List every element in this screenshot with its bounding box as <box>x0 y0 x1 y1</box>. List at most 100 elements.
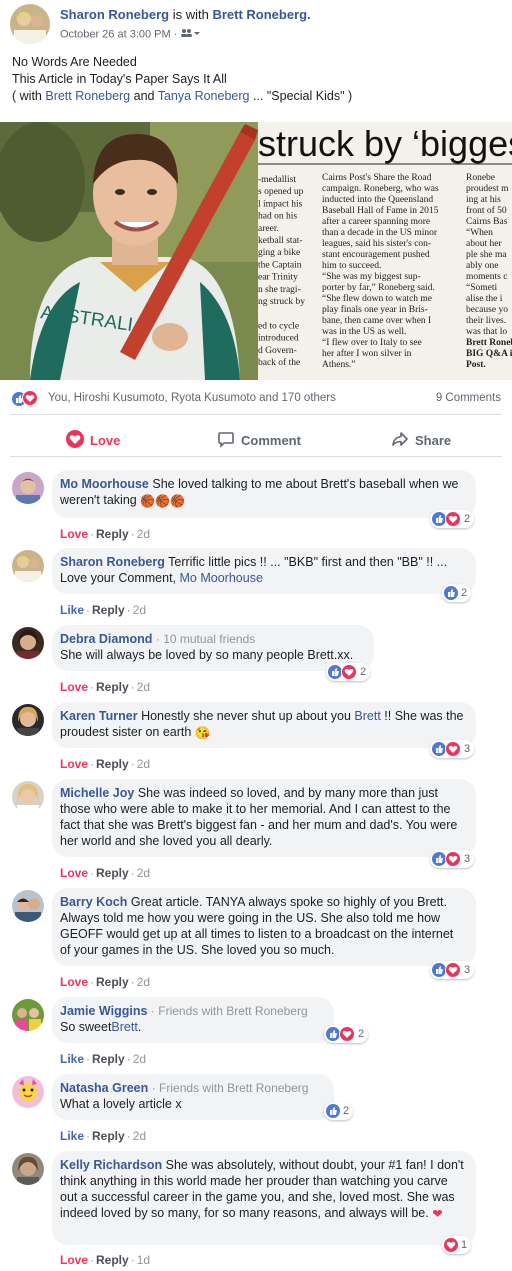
reply-link[interactable]: Reply <box>96 1253 129 1267</box>
comment-reactions[interactable]: 2 <box>324 1025 369 1043</box>
comment-reactions[interactable]: 3 <box>430 961 475 979</box>
comment-actions: Love · Reply · 2d <box>60 757 151 771</box>
like-reaction-icon <box>432 963 446 977</box>
comment-time[interactable]: 2d <box>133 1052 146 1066</box>
mention-link[interactable]: Mo Moorhouse <box>180 571 263 585</box>
comment-like-link[interactable]: Like <box>60 1129 84 1143</box>
article-line: ear Trinity <box>258 273 298 283</box>
comment-time[interactable]: 2d <box>133 1129 146 1143</box>
comments-count[interactable]: 9 Comments <box>436 392 501 404</box>
comment-bubble: Barry Koch Great article. TANYA always s… <box>52 888 476 966</box>
comment-reactions[interactable]: 1 <box>442 1236 472 1254</box>
comment-author[interactable]: Sharon Roneberg <box>60 555 165 569</box>
comment-author[interactable]: Karen Turner <box>60 709 138 723</box>
comment-author[interactable]: Kelly Richardson <box>60 1158 162 1172</box>
comment-bubble: Kelly Richardson She was absolutely, wit… <box>52 1151 476 1245</box>
love-reaction-icon <box>445 851 461 867</box>
comment-actions: Love · Reply · 1d <box>60 1253 151 1267</box>
comment-bubble: Michelle Joy She was indeed so loved, an… <box>52 779 476 857</box>
mention-link[interactable]: Brett <box>111 1020 137 1034</box>
avatar[interactable] <box>12 704 44 736</box>
article-line: had on his <box>258 212 297 222</box>
divider <box>10 456 502 457</box>
like-reaction-icon <box>432 742 446 756</box>
comment-time[interactable]: 2d <box>137 757 150 771</box>
avatar[interactable] <box>12 781 44 813</box>
mutual-friends[interactable]: · Friends with Brett Roneberg <box>151 1004 308 1018</box>
post-author-name[interactable]: Sharon Roneberg <box>60 7 169 22</box>
comment-author[interactable]: Mo Moorhouse <box>60 477 149 491</box>
reaction-names[interactable]: You, Hiroshi Kusumoto, Ryota Kusumoto an… <box>48 392 336 404</box>
comment-time[interactable]: 2d <box>137 866 150 880</box>
comment-reactions[interactable]: 3 <box>430 850 475 868</box>
article-line: play finals one year in Bris- <box>322 304 428 315</box>
reply-link[interactable]: Reply <box>96 757 129 771</box>
article-line: proudest m <box>466 184 509 194</box>
comment-love-link[interactable]: Love <box>60 866 88 880</box>
avatar[interactable] <box>12 999 44 1031</box>
comment-time[interactable]: 1d <box>137 1253 150 1267</box>
avatar[interactable] <box>12 1076 44 1108</box>
reply-link[interactable]: Reply <box>96 975 129 989</box>
share-button[interactable]: Share <box>391 430 451 451</box>
reply-link[interactable]: Reply <box>96 866 129 880</box>
article-line: the Captain <box>258 260 302 270</box>
comment-time[interactable]: 2d <box>137 975 150 989</box>
reply-link[interactable]: Reply <box>92 603 125 617</box>
article-line: back of the <box>258 357 300 368</box>
post-date[interactable]: October 26 at 3:00 PM · <box>60 28 177 40</box>
reply-link[interactable]: Reply <box>92 1052 125 1066</box>
reply-link[interactable]: Reply <box>96 527 129 541</box>
comment-author[interactable]: Michelle Joy <box>60 786 134 800</box>
love-button[interactable]: Love <box>66 430 120 451</box>
article-line: Brett Ronebe <box>466 338 512 348</box>
reply-link[interactable]: Reply <box>92 1129 125 1143</box>
mutual-friends[interactable]: · 10 mutual friends <box>156 632 255 646</box>
mention-link[interactable]: Brett <box>354 709 380 723</box>
tag-brett[interactable]: Brett Roneberg <box>45 89 130 103</box>
comment-button[interactable]: Comment <box>217 430 301 451</box>
comment-time[interactable]: 2d <box>137 527 150 541</box>
avatar[interactable] <box>12 472 44 504</box>
comment-love-link[interactable]: Love <box>60 527 88 541</box>
reactions-summary[interactable]: You, Hiroshi Kusumoto, Ryota Kusumoto an… <box>0 388 512 408</box>
post-photo[interactable]: AUSTRALIA struck by ‘biggest -medallist s… <box>0 122 512 380</box>
comment-love-link[interactable]: Love <box>60 680 88 694</box>
comment-love-link[interactable]: Love <box>60 1253 88 1267</box>
comment-actions: Like · Reply · 2d <box>60 603 147 617</box>
comment-reactions[interactable]: 3 <box>430 740 475 758</box>
like-reaction-icon <box>326 1027 340 1041</box>
reaction-count: 2 <box>343 1105 350 1117</box>
avatar[interactable] <box>12 890 44 922</box>
comment-text: What a lovely article x <box>60 1097 182 1111</box>
reaction-count: 3 <box>464 964 471 976</box>
comment-bubble: Sharon Roneberg Terrific little pics !! … <box>52 548 476 594</box>
comment-time[interactable]: 2d <box>133 603 146 617</box>
comment-author[interactable]: Barry Koch <box>60 895 127 909</box>
comment-like-link[interactable]: Like <box>60 1052 84 1066</box>
avatar[interactable] <box>12 627 44 659</box>
audience-friends-icon[interactable] <box>180 28 201 41</box>
tagged-user[interactable]: Brett Roneberg. <box>212 7 310 22</box>
comment-love-link[interactable]: Love <box>60 975 88 989</box>
avatar[interactable] <box>12 550 44 582</box>
divider <box>10 414 502 415</box>
avatar[interactable] <box>12 1153 44 1185</box>
comment-reactions[interactable]: 2 <box>326 663 371 681</box>
comment-love-link[interactable]: Love <box>60 757 88 771</box>
tag-tanya[interactable]: Tanya Roneberg <box>158 89 250 103</box>
comment-time[interactable]: 2d <box>137 680 150 694</box>
article-line: Cairns Post's Share the Road <box>322 173 432 183</box>
comment-author[interactable]: Jamie Wiggins <box>60 1004 147 1018</box>
mutual-friends[interactable]: · Friends with Brett Roneberg <box>152 1081 309 1095</box>
comment-reactions[interactable]: 2 <box>430 510 475 528</box>
comment-author[interactable]: Debra Diamond <box>60 632 152 646</box>
comment-author[interactable]: Natasha Green <box>60 1081 148 1095</box>
comment-reactions[interactable]: 2 <box>324 1102 354 1120</box>
reply-link[interactable]: Reply <box>96 680 129 694</box>
author-avatar[interactable] <box>10 4 50 44</box>
comment-reactions[interactable]: 2 <box>442 584 472 602</box>
comment-like-link[interactable]: Like <box>60 603 84 617</box>
article-line: was that lo <box>466 327 507 337</box>
reaction-count: 2 <box>360 666 367 678</box>
